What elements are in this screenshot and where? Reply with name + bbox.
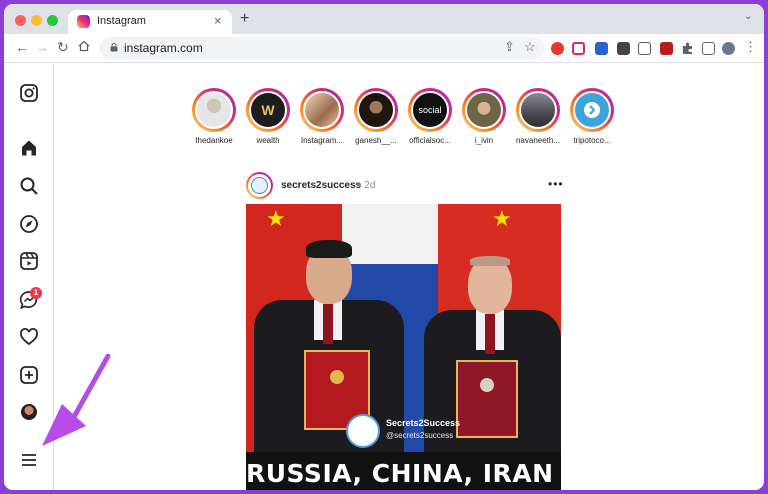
post-avatar-ring[interactable] (246, 172, 273, 199)
flag-star-icon: ★ (492, 206, 512, 231)
forward-icon[interactable]: → (35, 39, 49, 55)
annotation-arrow-icon (42, 354, 111, 446)
secrets2success-logo-icon (346, 414, 380, 448)
home-icon[interactable] (19, 138, 39, 158)
russia-flag-white (342, 204, 438, 264)
post-more-options-icon[interactable]: ••• (548, 177, 564, 191)
browser-menu-icon[interactable]: ⋮ (744, 39, 757, 55)
heart-notifications-icon[interactable] (19, 327, 39, 347)
story-avatar (573, 91, 611, 129)
story-username: ganesh__... (355, 136, 397, 145)
story-username: officialsoc... (409, 136, 451, 145)
story-avatar: social (411, 91, 449, 129)
notification-badge: 1 (30, 287, 42, 299)
story-avatar (195, 91, 233, 129)
post-image[interactable]: ★ ★ Secrets2Success @secrets2success RUS… (246, 204, 561, 490)
puzzle-extensions-icon[interactable] (681, 42, 694, 55)
search-icon[interactable] (19, 176, 39, 196)
emblem-icon (330, 370, 344, 384)
post-watermark: Secrets2Success @secrets2success (346, 414, 486, 448)
post-header: secrets2success • 2d ••• (246, 172, 566, 200)
story-tripotoco[interactable]: tripotoco... (565, 88, 619, 145)
browser-toolbar: ← → ↻ instagram.com ⇪ ☆ ⋮ (4, 34, 764, 63)
new-tab-button[interactable]: + (240, 10, 249, 28)
home-icon[interactable] (78, 39, 90, 55)
browser-tab[interactable]: Instagram × (68, 10, 232, 34)
story-username: thedankoe (195, 136, 233, 145)
reels-icon[interactable] (19, 251, 39, 271)
story-username: wealth (256, 136, 280, 145)
url-text[interactable]: instagram.com (124, 41, 203, 55)
address-bar[interactable]: instagram.com ⇪ ☆ (100, 37, 544, 59)
bookmark-star-icon[interactable]: ☆ (524, 39, 536, 55)
send-extension-icon[interactable] (638, 42, 651, 55)
story-ring: social (408, 88, 452, 132)
watermark-handle: @secrets2success (386, 431, 454, 440)
explore-compass-icon[interactable] (19, 214, 39, 234)
close-window-button[interactable] (15, 15, 26, 26)
post-headline: RUSSIA, CHINA, IRAN AND (246, 459, 561, 488)
story-ring: W (246, 88, 290, 132)
tab-close-icon[interactable]: × (214, 13, 222, 28)
profile-avatar[interactable] (21, 404, 37, 420)
back-icon[interactable]: ← (15, 39, 29, 55)
tab-search-icon[interactable]: ⌄ (744, 11, 752, 22)
tie (485, 314, 495, 354)
share-icon[interactable]: ⇪ (504, 39, 515, 55)
story-ganesh[interactable]: ganesh__... (349, 88, 403, 145)
create-post-icon[interactable] (19, 365, 39, 385)
story-avatar (465, 91, 503, 129)
more-menu-hamburger-icon[interactable] (19, 450, 39, 470)
hair (306, 240, 352, 258)
story-username: Instagram... (300, 136, 344, 145)
story-ring (516, 88, 560, 132)
story-avatar (303, 91, 341, 129)
story-username: navaneeth... (515, 136, 561, 145)
tab-strip: Instagram × + ⌄ (4, 4, 764, 34)
flag-star-icon: ★ (266, 206, 286, 231)
story-avatar (519, 91, 557, 129)
profile-avatar-icon[interactable] (722, 42, 735, 55)
post-avatar (248, 174, 271, 197)
tab-title: Instagram (97, 15, 146, 27)
opera-extension-icon[interactable] (551, 42, 564, 55)
story-instagram[interactable]: Instagram... (295, 88, 349, 145)
story-ring (570, 88, 614, 132)
instagram-favicon-icon (77, 15, 90, 28)
face (468, 258, 512, 314)
sidepanel-icon[interactable] (702, 42, 715, 55)
lock-icon[interactable] (110, 43, 118, 52)
post-username[interactable]: secrets2success (281, 180, 361, 191)
post-timestamp: • 2d (358, 180, 376, 191)
story-ring (354, 88, 398, 132)
secrets2success-logo-icon (251, 177, 268, 194)
story-officialsoc[interactable]: social officialsoc... (403, 88, 457, 145)
story-navaneeth[interactable]: navaneeth... (511, 88, 565, 145)
browser-window: Instagram × + ⌄ ← → ↻ instagram.com ⇪ ☆ … (4, 4, 764, 490)
story-avatar (357, 91, 395, 129)
hair (470, 256, 510, 266)
story-ring (300, 88, 344, 132)
story-username: tripotoco... (573, 136, 611, 145)
minimize-window-button[interactable] (31, 15, 42, 26)
story-username: i_ivin (474, 136, 494, 145)
story-i-ivin[interactable]: i_ivin (457, 88, 511, 145)
netflix-extension-icon[interactable] (660, 42, 673, 55)
emblem-icon (480, 378, 494, 392)
story-ring (192, 88, 236, 132)
pocket-extension-icon[interactable] (572, 42, 585, 55)
maximize-window-button[interactable] (47, 15, 58, 26)
story-thedankoe[interactable]: thedankoe (187, 88, 241, 145)
watermark-name: Secrets2Success (386, 418, 461, 428)
story-ring (462, 88, 506, 132)
translate-extension-icon[interactable] (595, 42, 608, 55)
reload-icon[interactable]: ↻ (57, 39, 69, 56)
tie (323, 304, 333, 344)
spy-extension-icon[interactable] (617, 42, 630, 55)
story-wealth[interactable]: W wealth (241, 88, 295, 145)
story-avatar: W (249, 91, 287, 129)
instagram-logo-icon[interactable] (19, 83, 39, 103)
